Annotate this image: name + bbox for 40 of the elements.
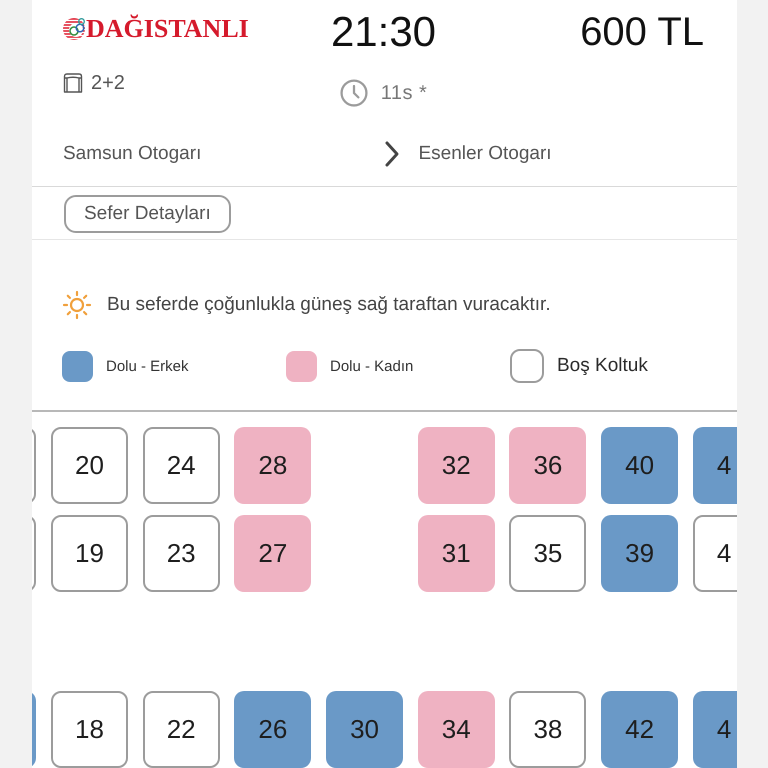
legend-label: Dolu - Kadın [330, 358, 414, 374]
seat[interactable]: 42 [601, 691, 678, 768]
sun-icon [62, 290, 92, 320]
seat[interactable]: 4 [692, 691, 737, 768]
seat[interactable]: 38 [509, 691, 586, 768]
legend-label: Dolu - Erkek [106, 358, 189, 374]
sun-direction-note: Bu seferde çoğunlukla güneş sağ taraftan vuracaktır. [107, 294, 551, 316]
seat[interactable]: 34 [418, 691, 495, 768]
trip-details-button[interactable]: Sefer Detayları [64, 195, 231, 233]
seat[interactable]: 32 [418, 427, 495, 504]
departure-time: 21:30 [330, 9, 436, 55]
seat[interactable]: 36 [509, 427, 586, 504]
seat[interactable]: 19 [51, 515, 128, 592]
company-logo-text: DAĞISTANLI [86, 15, 249, 43]
destination-station: Esenler Otogarı [418, 143, 552, 165]
chevron-right-icon [384, 140, 400, 168]
seat[interactable]: 30 [326, 691, 404, 768]
seat[interactable]: 24 [142, 427, 220, 504]
seat[interactable]: 40 [601, 427, 678, 504]
legend-swatch-icon [510, 349, 544, 383]
seat[interactable]: 35 [509, 515, 586, 592]
seat-layout-text: 2+2 [91, 72, 125, 94]
clock-icon [340, 79, 368, 107]
seat[interactable]: 22 [142, 691, 220, 768]
seat[interactable]: 39 [601, 515, 678, 592]
seat[interactable]: 26 [234, 691, 312, 768]
legend-label: Boş Koltuk [557, 355, 648, 377]
ticket-price: 600 TL [580, 9, 704, 55]
seat[interactable]: 23 [142, 515, 220, 592]
seat[interactable]: 28 [234, 427, 312, 504]
seat[interactable]: 4 [692, 515, 737, 592]
seat[interactable]: 27 [234, 515, 312, 592]
seat-icon [63, 73, 83, 93]
origin-station: Samsun Otogarı [63, 143, 202, 165]
duration-text: 11s * [380, 82, 428, 104]
seat[interactable]: 4 [692, 427, 737, 504]
seat[interactable]: 20 [51, 427, 128, 504]
seat[interactable]: 31 [418, 515, 495, 592]
logo-emblem-icon [63, 16, 85, 42]
seat[interactable]: 18 [51, 691, 128, 768]
